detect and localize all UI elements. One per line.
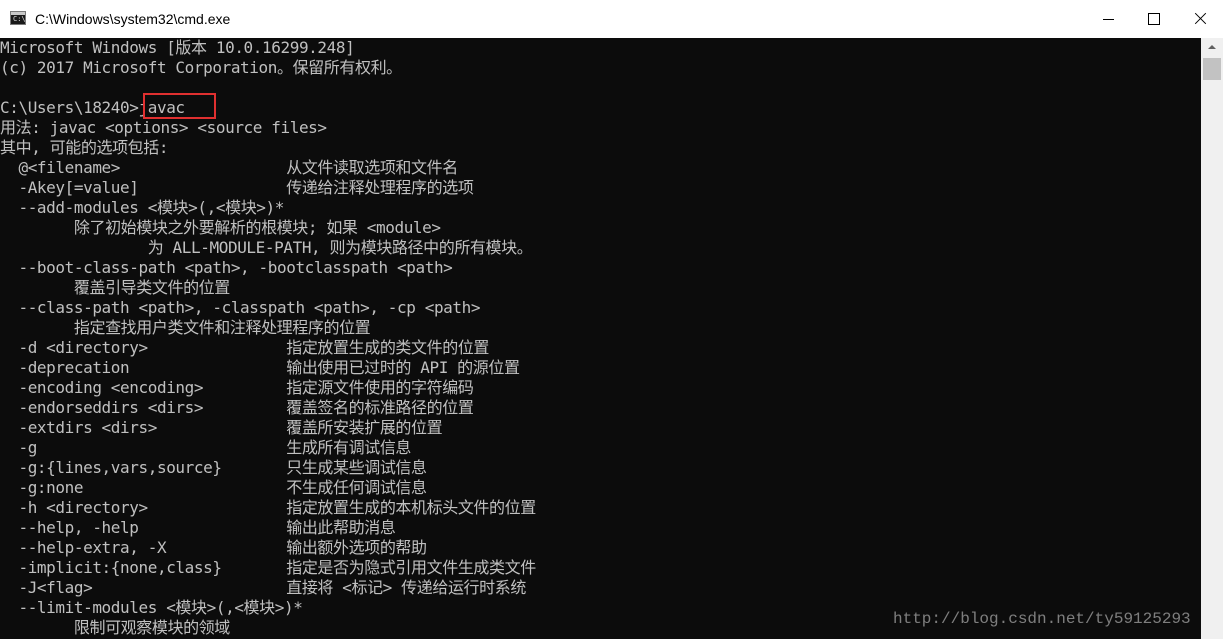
console-line: -Akey[=value] 传递给注释处理程序的选项 [0,178,474,197]
console-line: (c) 2017 Microsoft Corporation。保留所有权利。 [0,58,402,77]
console-line: 其中, 可能的选项包括: [0,138,169,157]
console-line: 除了初始模块之外要解析的根模块; 如果 <module> [0,218,441,237]
console-line: -implicit:{none,class} 指定是否为隐式引用文件生成类文件 [0,558,536,577]
console-line: --add-modules <模块>(,<模块>)* [0,198,284,217]
console-line: -deprecation 输出使用已过时的 API 的源位置 [0,358,520,377]
close-button[interactable] [1177,0,1223,38]
console-line: 限制可观察模块的领域 [0,618,230,637]
console-line: -extdirs <dirs> 覆盖所安装扩展的位置 [0,418,443,437]
scroll-up-arrow-icon[interactable] [1201,38,1223,56]
app-icon-text: C:\ [13,15,26,23]
console-output[interactable]: Microsoft Windows [版本 10.0.16299.248] (c)… [0,38,1201,639]
console-line: --help, -help 输出此帮助消息 [0,518,396,537]
scroll-thumb[interactable] [1203,58,1221,80]
console-line: C:\Users\18240>javac [0,98,185,117]
maximize-button[interactable] [1131,0,1177,38]
watermark: http://blog.csdn.net/ty59125293 [893,610,1191,628]
vertical-scrollbar[interactable] [1201,38,1223,639]
console-line: -J<flag> 直接将 <标记> 传递给运行时系统 [0,578,526,597]
close-icon [1177,0,1223,38]
console-line: -g 生成所有调试信息 [0,438,412,457]
minimize-icon [1103,19,1114,20]
console-line: @<filename> 从文件读取选项和文件名 [0,158,458,177]
console-line: --help-extra, -X 输出额外选项的帮助 [0,538,427,557]
console-line: -g:none 不生成任何调试信息 [0,478,427,497]
console-line: -encoding <encoding> 指定源文件使用的字符编码 [0,378,474,397]
console-line: 为 ALL-MODULE-PATH, 则为模块路径中的所有模块。 [0,238,533,257]
window-title: C:\Windows\system32\cmd.exe [35,11,231,27]
console-line: --limit-modules <模块>(,<模块>)* [0,598,303,617]
cmd-app-icon[interactable]: C:\ [10,11,26,25]
console-line: 指定查找用户类文件和注释处理程序的位置 [0,318,371,337]
minimize-button[interactable] [1085,0,1131,38]
maximize-icon [1148,13,1160,25]
console-line: Microsoft Windows [版本 10.0.16299.248] [0,38,355,57]
console-line: -d <directory> 指定放置生成的类文件的位置 [0,338,490,357]
console-line: --boot-class-path <path>, -bootclasspath… [0,258,453,277]
console-line: -endorseddirs <dirs> 覆盖签名的标准路径的位置 [0,398,474,417]
console-line: 用法: javac <options> <source files> [0,118,327,137]
console-line: -h <directory> 指定放置生成的本机标头文件的位置 [0,498,536,517]
console-lines: Microsoft Windows [版本 10.0.16299.248] (c)… [0,38,536,638]
console-line: -g:{lines,vars,source} 只生成某些调试信息 [0,458,427,477]
console-line: 覆盖引导类文件的位置 [0,278,230,297]
console-line: --class-path <path>, -classpath <path>, … [0,298,481,317]
title-bar[interactable]: C:\ C:\Windows\system32\cmd.exe [0,0,1223,38]
javac-command-highlight [143,93,216,119]
